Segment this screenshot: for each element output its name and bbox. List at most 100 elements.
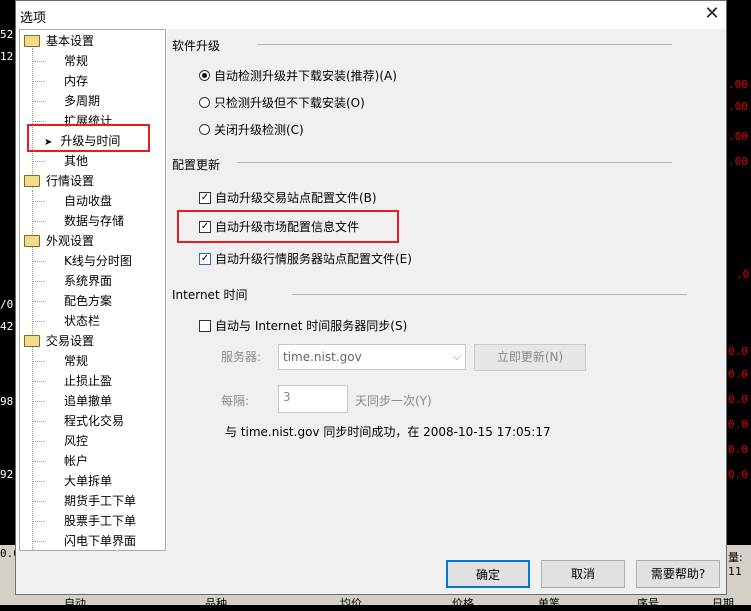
bg-bottom-text: 自动 — [64, 597, 86, 610]
server-value: time.nist.gov — [283, 350, 362, 364]
bg-number: 92 — [0, 468, 14, 481]
settings-panel: 软件升级 自动检测升级并下载安装(推荐)(A) 只检测升级但不下载安装(O) 关… — [167, 29, 726, 551]
options-dialog: 选项 ✕ 基本设置 常规 内存 多周期 扩展统计 ➤ 升级与时间 其他 行情设置 … — [15, 0, 727, 595]
tree-group-trading[interactable]: 交易设置 — [24, 332, 94, 350]
bg-number: 0.0 — [728, 393, 748, 406]
section-divider — [257, 44, 672, 45]
tree-item-other[interactable]: 其他 — [64, 152, 88, 170]
radio-selected-icon — [199, 70, 210, 81]
radio-empty-icon — [199, 97, 210, 108]
folder-icon — [24, 34, 40, 47]
bg-number: .00 — [728, 155, 748, 168]
bg-bottom-text: 价格 — [452, 597, 474, 610]
dialog-footer: 确定 取消 需要帮助? — [16, 551, 726, 594]
checkbox-checked-icon: ✓ — [199, 191, 211, 204]
section-divider — [292, 294, 687, 295]
bg-volume-label: 量: 11 — [728, 551, 743, 578]
radio-auto-download[interactable]: 自动检测升级并下载安装(推荐)(A) — [199, 68, 397, 84]
radio-label: 自动检测升级并下载安装(推荐)(A) — [214, 69, 397, 83]
bg-bottom-text: 单笔 — [538, 597, 560, 610]
tree-label: 行情设置 — [46, 174, 95, 188]
help-button[interactable]: 需要帮助? — [636, 560, 720, 588]
tree-item-risk-control[interactable]: 风控 — [64, 432, 88, 450]
tree-item-statusbar[interactable]: 状态栏 — [64, 312, 100, 330]
folder-icon — [24, 334, 40, 347]
bg-number: 0.0 — [728, 418, 748, 431]
checkbox-empty-icon — [199, 319, 211, 332]
bg-number: 0.0 — [728, 345, 748, 358]
tree-item-system-ui[interactable]: 系统界面 — [64, 272, 112, 290]
radio-disable-check[interactable]: 关闭升级检测(C) — [199, 122, 304, 138]
checkbox-quote-server[interactable]: ✓ 自动升级行情服务器站点配置文件(E) — [199, 251, 412, 267]
checkbox-label: 自动升级交易站点配置文件(B) — [215, 191, 377, 205]
radio-label: 只检测升级但不下载安装(O) — [214, 96, 365, 110]
chevron-down-icon: ⌵ — [452, 350, 461, 363]
bg-number: 12 — [0, 50, 14, 63]
tree-item-kline[interactable]: K线与分时图 — [64, 252, 132, 270]
ok-button[interactable]: 确定 — [446, 560, 530, 588]
tree-item-memory[interactable]: 内存 — [64, 72, 88, 90]
bg-bottom-text: 日期 — [712, 597, 734, 610]
tree-item-color-scheme[interactable]: 配色方案 — [64, 292, 112, 310]
tree-item-chase-cancel[interactable]: 追单撤单 — [64, 392, 112, 410]
tree-item-trade-general[interactable]: 常规 — [64, 352, 88, 370]
bg-number: .00 — [728, 130, 748, 143]
bg-bottom-text: 序号 — [637, 597, 659, 610]
section-config-update: 配置更新 — [172, 158, 221, 172]
sync-status-text: 与 time.nist.gov 同步时间成功，在 2008-10-15 17:0… — [225, 425, 551, 439]
server-combobox[interactable]: time.nist.gov ⌵ — [278, 344, 466, 370]
settings-tree: 基本设置 常规 内存 多周期 扩展统计 ➤ 升级与时间 其他 行情设置 自动收盘 … — [19, 29, 166, 570]
checkbox-checked-icon: ✓ — [199, 252, 211, 265]
cancel-button[interactable]: 取消 — [541, 560, 625, 588]
bg-number: 52 — [0, 28, 14, 41]
bg-number: 0.0 — [728, 443, 748, 456]
tree-item-data-storage[interactable]: 数据与存储 — [64, 212, 124, 230]
folder-icon — [24, 234, 40, 247]
tree-item-futures-manual[interactable]: 期货手工下单 — [64, 492, 136, 510]
bg-number: 0.0 — [728, 468, 748, 481]
tree-item-flash-order[interactable]: 闪电下单界面 — [64, 532, 136, 550]
bg-number: .0 — [736, 268, 750, 281]
tree-item-split-order[interactable]: 大单拆单 — [64, 472, 112, 490]
tree-item-auto-close[interactable]: 自动收盘 — [64, 192, 112, 210]
tree-group-appearance[interactable]: 外观设置 — [24, 232, 94, 250]
radio-empty-icon — [199, 124, 210, 135]
tree-item-multi-period[interactable]: 多周期 — [64, 92, 100, 110]
bg-number: 98 — [0, 395, 14, 408]
interval-unit-label: 天同步一次(Y) — [355, 394, 432, 408]
tree-item-stock-manual[interactable]: 股票手工下单 — [64, 512, 136, 530]
section-software-upgrade: 软件升级 — [172, 39, 221, 53]
update-now-button[interactable]: 立即更新(N) — [474, 344, 586, 371]
interval-label: 每隔: — [221, 394, 250, 408]
radio-label: 关闭升级检测(C) — [214, 123, 304, 137]
checkbox-trade-station[interactable]: ✓ 自动升级交易站点配置文件(B) — [199, 190, 377, 206]
bg-bottom-text: 品种 — [205, 597, 227, 610]
tree-label: 外观设置 — [46, 234, 95, 248]
checkbox-internet-sync[interactable]: 自动与 Internet 时间服务器同步(S) — [199, 318, 407, 334]
tree-item-general[interactable]: 常规 — [64, 52, 88, 70]
bg-number: .00 — [728, 100, 748, 113]
bg-number: 0.0 — [728, 368, 748, 381]
bg-number: 42 — [0, 320, 14, 333]
server-label: 服务器: — [221, 350, 262, 364]
interval-input[interactable]: 3 — [278, 385, 348, 413]
checkbox-label: 自动与 Internet 时间服务器同步(S) — [215, 319, 408, 333]
tree-label: 交易设置 — [46, 334, 95, 348]
close-icon[interactable]: ✕ — [700, 3, 724, 25]
tree-group-basic[interactable]: 基本设置 — [24, 32, 94, 50]
checkbox-label: 自动升级行情服务器站点配置文件(E) — [215, 252, 412, 266]
highlight-box-checkbox — [177, 210, 399, 243]
tree-item-stop-loss[interactable]: 止损止盈 — [64, 372, 112, 390]
folder-icon — [24, 174, 40, 187]
dialog-title: 选项 — [20, 11, 47, 26]
tree-item-program-trading[interactable]: 程式化交易 — [64, 412, 124, 430]
bg-number: /0 — [0, 298, 14, 311]
highlight-box-tree — [27, 124, 150, 152]
title-bar: 选项 ✕ — [16, 1, 726, 29]
tree-group-market[interactable]: 行情设置 — [24, 172, 94, 190]
radio-check-only[interactable]: 只检测升级但不下载安装(O) — [199, 95, 365, 111]
bg-bottom-text: 均价 — [340, 597, 362, 610]
section-internet-time: Internet 时间 — [172, 288, 248, 302]
tree-item-account[interactable]: 帐户 — [64, 452, 88, 470]
bg-number: .00 — [728, 78, 748, 91]
